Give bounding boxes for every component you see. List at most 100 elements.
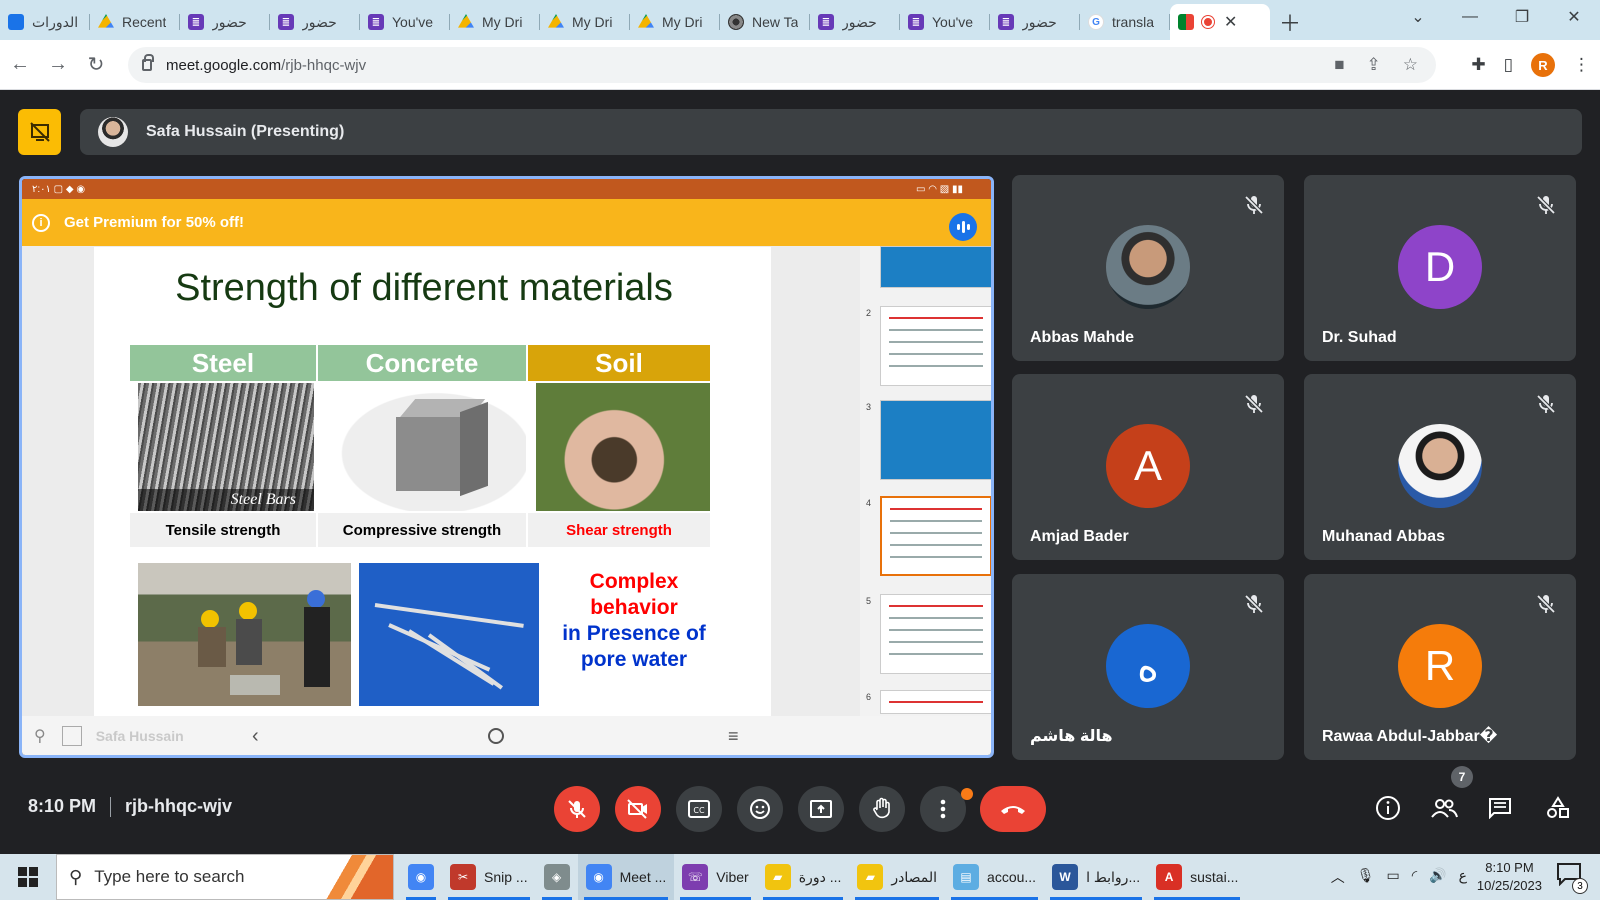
language-indicator[interactable]: ع xyxy=(1459,867,1467,887)
toggle-camera-button[interactable] xyxy=(615,786,661,832)
status-icons-left: ٢:٠١ ▢ ◆ ◉ xyxy=(32,183,86,195)
profile-avatar[interactable]: R xyxy=(1531,53,1555,77)
back-icon[interactable]: ← xyxy=(2,47,38,83)
captions-button[interactable]: CC xyxy=(676,786,722,832)
raise-hand-button[interactable] xyxy=(859,786,905,832)
taskbar-app-5[interactable]: ▰ دورة ... xyxy=(757,854,850,900)
nav-home-icon[interactable] xyxy=(488,728,504,744)
side-panel-icon[interactable]: ▯ xyxy=(1504,55,1513,75)
reload-icon[interactable]: ↻ xyxy=(78,47,114,83)
notification-center-button[interactable]: 3 xyxy=(1556,862,1588,894)
present-now-button[interactable] xyxy=(798,786,844,832)
browser-tab-strip: الدورات Recent ≣ حضور ≣ حضور ≣ You've My Dri My D… xyxy=(0,0,1600,40)
stop-presenting-button[interactable] xyxy=(18,109,61,155)
tab-12[interactable]: Gtransla xyxy=(1080,4,1170,40)
forms-icon: ≣ xyxy=(998,14,1014,30)
taskbar-app-label: دورة ... xyxy=(798,868,842,885)
slide-thumbnail[interactable] xyxy=(880,594,991,674)
url-input[interactable]: meet.google.com/rjb-hhqc-wjv ■ ⇪ ☆ xyxy=(128,47,1436,83)
nav-back-icon[interactable]: ‹ xyxy=(252,725,259,748)
taskbar-app-7[interactable]: ▤ accou... xyxy=(945,854,1044,900)
premium-banner[interactable]: i Get Premium for 50% off! xyxy=(22,199,991,246)
nav-menu-icon[interactable]: ≡ xyxy=(728,726,739,747)
tab-search-icon[interactable]: ⌄ xyxy=(1392,7,1444,27)
bookmark-star-icon[interactable]: ☆ xyxy=(1403,55,1418,75)
tab-2[interactable]: ≣ حضور xyxy=(180,4,270,40)
strength-label-shear: Shear strength xyxy=(528,513,710,547)
contacts-icon xyxy=(8,14,24,30)
share-icon[interactable]: ⇪ xyxy=(1367,55,1381,75)
taskbar-app-2[interactable]: ◈ xyxy=(536,854,578,900)
thumbnail-number: 5 xyxy=(866,596,872,606)
tab-0[interactable]: الدورات xyxy=(0,4,90,40)
pin-icon[interactable]: ⚲ xyxy=(34,726,46,746)
tab-6[interactable]: My Dri xyxy=(540,4,630,40)
leave-call-button[interactable] xyxy=(980,786,1046,832)
taskbar-search-input[interactable]: ⚲ Type here to search xyxy=(56,854,394,900)
participant-tile[interactable]: A Amjad Bader xyxy=(1012,374,1284,560)
participant-tile[interactable]: Muhanad Abbas xyxy=(1304,374,1576,560)
activities-button[interactable] xyxy=(1540,790,1576,826)
tab-meet-active[interactable]: ✕ xyxy=(1170,4,1270,40)
new-tab-button[interactable]: ＋ xyxy=(1270,4,1310,40)
tab-10[interactable]: ≣ You've xyxy=(900,4,990,40)
url-host: meet.google.com xyxy=(166,56,282,74)
tab-9[interactable]: ≣ حضور xyxy=(810,4,900,40)
participant-tile[interactable]: Abbas Mahde xyxy=(1012,175,1284,361)
participant-tile[interactable]: R Rawaa Abdul-Jabbar� xyxy=(1304,574,1576,760)
people-button[interactable] xyxy=(1426,790,1462,826)
forward-icon[interactable]: → xyxy=(40,47,76,83)
mic-off-icon xyxy=(1244,195,1264,215)
slide-thumbnail[interactable] xyxy=(880,246,991,288)
close-window-icon[interactable]: ✕ xyxy=(1548,7,1600,27)
mic-off-icon xyxy=(1536,594,1556,614)
slide-title: Strength of different materials xyxy=(175,267,673,309)
start-button[interactable] xyxy=(0,854,56,900)
participant-tile[interactable]: ه هالة هاشم xyxy=(1012,574,1284,760)
taskbar-app-label: المصادر xyxy=(891,868,938,885)
tab-5[interactable]: My Dri xyxy=(450,4,540,40)
minimize-icon[interactable]: — xyxy=(1444,8,1496,26)
taskbar-app-6[interactable]: ▰ المصادر xyxy=(849,854,945,900)
slide-thumbnail[interactable] xyxy=(880,690,991,714)
volume-icon[interactable]: 🔊 xyxy=(1429,867,1446,887)
taskbar-app-4[interactable]: ☏ Viber xyxy=(674,854,756,900)
more-options-button[interactable] xyxy=(920,786,966,832)
tab-8[interactable]: New Ta xyxy=(720,4,810,40)
tab-11[interactable]: ≣ حضور xyxy=(990,4,1080,40)
meeting-details-button[interactable] xyxy=(1370,790,1406,826)
tab-3[interactable]: ≣ حضور xyxy=(270,4,360,40)
taskbar-app-3[interactable]: ◉ Meet ... xyxy=(577,854,675,900)
extensions-icon[interactable]: ✚ xyxy=(1471,55,1485,75)
more-vert-icon xyxy=(940,799,946,819)
taskbar-clock[interactable]: 8:10 PM 10/25/2023 xyxy=(1477,859,1542,895)
toggle-mic-button[interactable] xyxy=(554,786,600,832)
tab-4[interactable]: ≣ You've xyxy=(360,4,450,40)
google-icon: G xyxy=(1088,14,1104,30)
taskbar-app-8[interactable]: W روابط ا... xyxy=(1044,854,1148,900)
show-hidden-icons-icon[interactable]: ︿ xyxy=(1331,867,1345,887)
tab-7[interactable]: My Dri xyxy=(630,4,720,40)
address-bar: ← → ↻ meet.google.com/rjb-hhqc-wjv ■ ⇪ ☆… xyxy=(0,40,1600,90)
system-tray: ︿ 🎙 ▭ ◜ 🔊 ع 8:10 PM 10/25/2023 3 xyxy=(1331,854,1600,900)
close-icon[interactable]: ✕ xyxy=(1224,12,1237,32)
wifi-icon[interactable]: ◜ xyxy=(1412,867,1417,887)
chat-button[interactable] xyxy=(1482,790,1518,826)
camera-icon[interactable]: ■ xyxy=(1334,55,1344,75)
restore-icon[interactable]: ❐ xyxy=(1496,7,1548,27)
slide-thumbnail[interactable] xyxy=(880,306,991,386)
reactions-button[interactable] xyxy=(737,786,783,832)
slide-thumbnail[interactable] xyxy=(880,496,991,576)
chrome-menu-icon[interactable]: ⋮ xyxy=(1573,55,1590,75)
taskbar-app-0[interactable]: ◉ xyxy=(400,854,442,900)
participant-avatar: R xyxy=(1398,624,1482,708)
microphone-icon[interactable]: 🎙 xyxy=(1357,867,1375,887)
taskbar-app-1[interactable]: ✂ Snip ... xyxy=(442,854,536,900)
battery-icon[interactable]: ▭ xyxy=(1386,867,1399,887)
taskbar-app-9[interactable]: Asustai... xyxy=(1148,854,1246,900)
slide-thumbnail[interactable] xyxy=(880,400,991,480)
taskbar-apps: ◉ ✂ Snip ... ◈ ◉ Meet ... ☏ Viber ▰ دورة ... ▰ المص… xyxy=(400,854,1246,900)
participant-tile[interactable]: D Dr. Suhad xyxy=(1304,175,1576,361)
minimize-stream-icon[interactable] xyxy=(61,726,82,746)
tab-1[interactable]: Recent xyxy=(90,4,180,40)
